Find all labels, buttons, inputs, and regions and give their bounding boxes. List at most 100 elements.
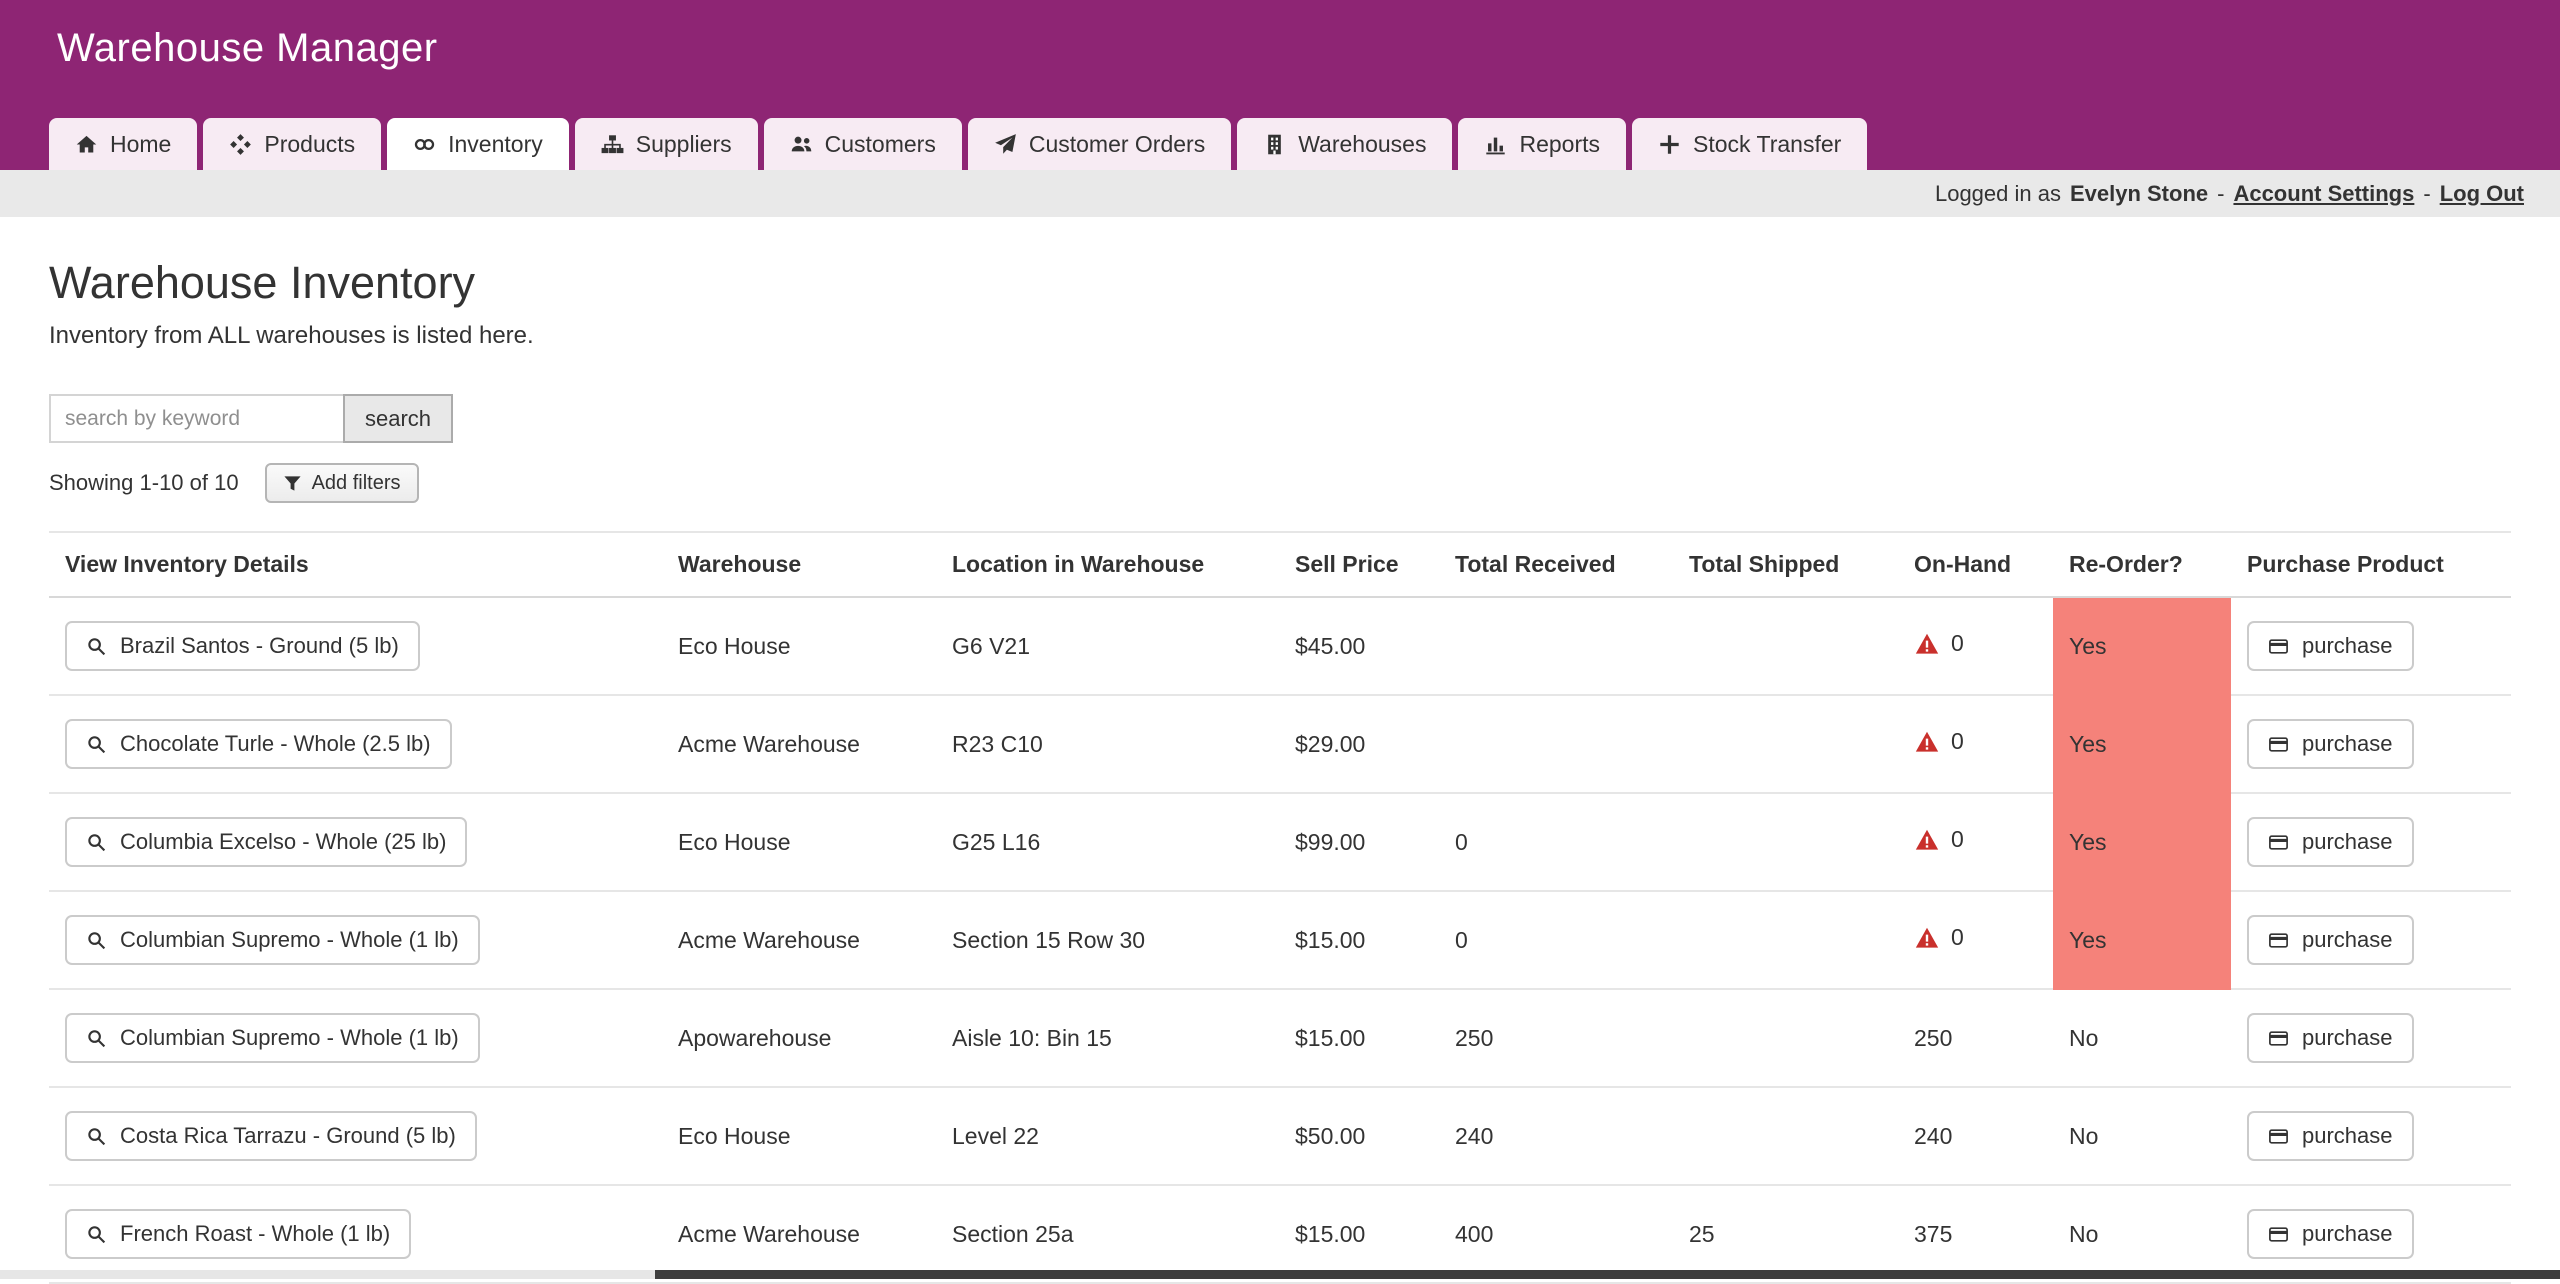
- purchase-button[interactable]: purchase: [2247, 1013, 2414, 1063]
- total-shipped-cell: [1673, 695, 1898, 793]
- location-cell: Section 15 Row 30: [936, 891, 1279, 989]
- table-row: Chocolate Turle - Whole (2.5 lb) Acme Wa…: [49, 695, 2511, 793]
- total-received-cell: 0: [1439, 793, 1673, 891]
- view-details-button[interactable]: Columbian Supremo - Whole (1 lb): [65, 915, 480, 965]
- tab-reports[interactable]: Reports: [1458, 118, 1626, 170]
- reorder-cell: Yes: [2053, 891, 2231, 989]
- sell-price-cell: $15.00: [1279, 891, 1439, 989]
- purchase-cell: purchase: [2231, 989, 2511, 1087]
- add-filters-label: Add filters: [312, 472, 401, 495]
- magnifier-icon: [86, 832, 107, 853]
- on-hand-cell: 0: [1898, 793, 2053, 891]
- separator: -: [2423, 181, 2430, 207]
- total-received-cell: [1439, 597, 1673, 695]
- tab-inventory[interactable]: Inventory: [387, 118, 569, 170]
- user-bar: Logged in as Evelyn Stone - Account Sett…: [0, 170, 2560, 217]
- products-icon: [229, 133, 252, 156]
- horizontal-scrollbar[interactable]: [0, 1270, 2560, 1279]
- search-row: search: [49, 394, 2511, 443]
- main-content: Warehouse Inventory Inventory from ALL w…: [0, 257, 2560, 1284]
- tab-warehouses[interactable]: Warehouses: [1237, 118, 1452, 170]
- reorder-cell: No: [2053, 1087, 2231, 1185]
- purchase-cell: purchase: [2231, 793, 2511, 891]
- col-header-warehouse: Warehouse: [662, 532, 936, 597]
- view-details-button[interactable]: Costa Rica Tarrazu - Ground (5 lb): [65, 1111, 477, 1161]
- table-row: French Roast - Whole (1 lb) Acme Warehou…: [49, 1185, 2511, 1283]
- magnifier-icon: [86, 636, 107, 657]
- warehouse-cell: Acme Warehouse: [662, 695, 936, 793]
- inventory-icon: [413, 133, 436, 156]
- view-details-cell: Chocolate Turle - Whole (2.5 lb): [49, 695, 662, 793]
- purchase-button[interactable]: purchase: [2247, 719, 2414, 769]
- credit-card-icon: [2268, 1224, 2289, 1245]
- on-hand-value: 0: [1951, 728, 1964, 755]
- col-header-on-hand: On-Hand: [1898, 532, 2053, 597]
- warehouse-cell: Apowarehouse: [662, 989, 936, 1087]
- location-cell: Aisle 10: Bin 15: [936, 989, 1279, 1087]
- inventory-item-name: Columbia Excelso - Whole (25 lb): [120, 829, 446, 855]
- warehouse-cell: Eco House: [662, 793, 936, 891]
- warehouses-icon: [1263, 133, 1286, 156]
- search-button[interactable]: search: [343, 394, 453, 443]
- sell-price-cell: $15.00: [1279, 1185, 1439, 1283]
- purchase-button[interactable]: purchase: [2247, 621, 2414, 671]
- account-settings-link[interactable]: Account Settings: [2233, 181, 2414, 207]
- view-details-button[interactable]: Columbian Supremo - Whole (1 lb): [65, 1013, 480, 1063]
- table-row: Brazil Santos - Ground (5 lb) Eco House …: [49, 597, 2511, 695]
- tab-products[interactable]: Products: [203, 118, 381, 170]
- total-received-cell: 250: [1439, 989, 1673, 1087]
- credit-card-icon: [2268, 636, 2289, 657]
- total-shipped-cell: [1673, 793, 1898, 891]
- tab-home[interactable]: Home: [49, 118, 197, 170]
- credit-card-icon: [2268, 832, 2289, 853]
- on-hand-cell: 375: [1898, 1185, 2053, 1283]
- add-filters-button[interactable]: Add filters: [265, 463, 419, 503]
- on-hand-cell: 0: [1898, 891, 2053, 989]
- purchase-button[interactable]: purchase: [2247, 1111, 2414, 1161]
- purchase-label: purchase: [2302, 1221, 2393, 1247]
- sell-price-cell: $29.00: [1279, 695, 1439, 793]
- inventory-item-name: Brazil Santos - Ground (5 lb): [120, 633, 399, 659]
- view-details-button[interactable]: Columbia Excelso - Whole (25 lb): [65, 817, 467, 867]
- view-details-button[interactable]: Chocolate Turle - Whole (2.5 lb): [65, 719, 452, 769]
- inventory-item-name: Columbian Supremo - Whole (1 lb): [120, 927, 459, 953]
- customers-icon: [790, 133, 813, 156]
- location-cell: R23 C10: [936, 695, 1279, 793]
- on-hand-cell: 0: [1898, 597, 2053, 695]
- purchase-button[interactable]: purchase: [2247, 915, 2414, 965]
- warehouse-cell: Acme Warehouse: [662, 1185, 936, 1283]
- table-row: Columbian Supremo - Whole (1 lb) Apoware…: [49, 989, 2511, 1087]
- tab-customers[interactable]: Customers: [764, 118, 962, 170]
- tab-suppliers[interactable]: Suppliers: [575, 118, 758, 170]
- showing-count: Showing 1-10 of 10: [49, 470, 239, 496]
- credit-card-icon: [2268, 1028, 2289, 1049]
- tab-stock-transfer[interactable]: Stock Transfer: [1632, 118, 1867, 170]
- location-cell: G6 V21: [936, 597, 1279, 695]
- warning-icon: [1914, 632, 1940, 656]
- credit-card-icon: [2268, 930, 2289, 951]
- total-shipped-cell: [1673, 1087, 1898, 1185]
- page-title: Warehouse Inventory: [49, 257, 2511, 309]
- purchase-button[interactable]: purchase: [2247, 817, 2414, 867]
- home-icon: [75, 133, 98, 156]
- purchase-label: purchase: [2302, 731, 2393, 757]
- sell-price-cell: $50.00: [1279, 1087, 1439, 1185]
- total-shipped-cell: [1673, 989, 1898, 1087]
- sell-price-cell: $99.00: [1279, 793, 1439, 891]
- username: Evelyn Stone: [2070, 181, 2208, 207]
- purchase-button[interactable]: purchase: [2247, 1209, 2414, 1259]
- search-input[interactable]: [49, 394, 343, 443]
- tab-customer-orders[interactable]: Customer Orders: [968, 118, 1231, 170]
- log-out-link[interactable]: Log Out: [2440, 181, 2524, 207]
- view-details-button[interactable]: Brazil Santos - Ground (5 lb): [65, 621, 420, 671]
- reorder-cell: Yes: [2053, 793, 2231, 891]
- logged-in-prefix: Logged in as: [1935, 181, 2061, 207]
- filter-row: Showing 1-10 of 10 Add filters: [49, 463, 2511, 503]
- reorder-cell: Yes: [2053, 597, 2231, 695]
- purchase-label: purchase: [2302, 927, 2393, 953]
- inventory-item-name: Chocolate Turle - Whole (2.5 lb): [120, 731, 431, 757]
- view-details-button[interactable]: French Roast - Whole (1 lb): [65, 1209, 411, 1259]
- col-header-total-received: Total Received: [1439, 532, 1673, 597]
- on-hand-value: 0: [1951, 924, 1964, 951]
- warning-icon: [1914, 828, 1940, 852]
